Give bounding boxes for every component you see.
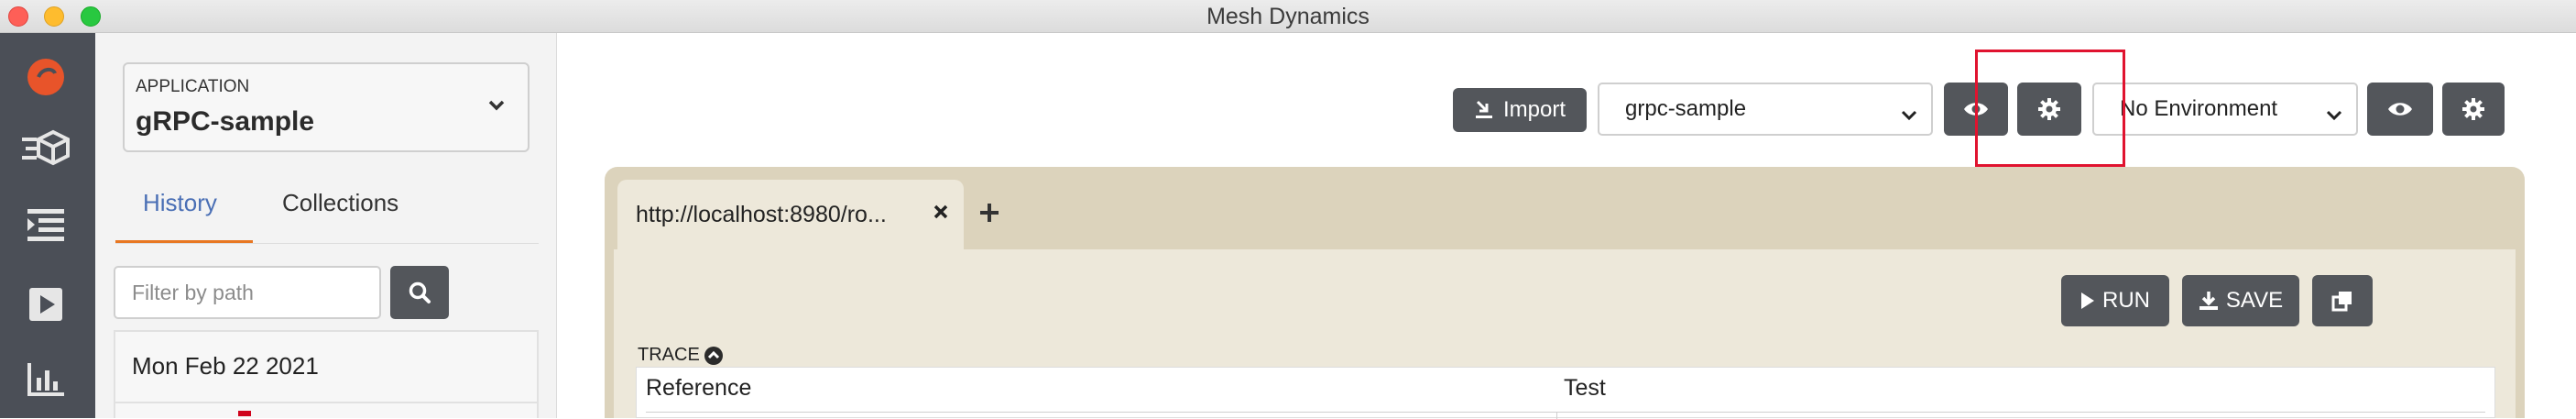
copy-icon (2331, 292, 2352, 312)
request-tab-label: http://localhost:8980/ro... (636, 202, 887, 227)
import-icon (1475, 100, 1492, 118)
play-icon[interactable] (20, 279, 71, 330)
application-selector[interactable]: APPLICATION gRPC-sample (123, 62, 529, 152)
add-tab-icon[interactable] (978, 202, 1000, 228)
chevron-down-icon (2325, 103, 2343, 128)
eye-icon (2388, 103, 2412, 116)
import-label: Import (1502, 97, 1566, 122)
gear-icon (2462, 98, 2484, 120)
sidebar: APPLICATION gRPC-sample History Collecti… (95, 33, 557, 418)
view-environment-button[interactable] (2367, 83, 2433, 136)
history-date: Mon Feb 22 2021 (132, 352, 319, 380)
history-date-group: Mon Feb 22 2021 (114, 330, 539, 418)
search-icon (409, 281, 431, 303)
import-button[interactable]: Import (1453, 88, 1587, 132)
tab-collections[interactable]: Collections (282, 189, 398, 217)
download-icon (2199, 292, 2218, 310)
request-tab[interactable]: http://localhost:8980/ro... (617, 180, 964, 255)
application-caption: APPLICATION (136, 77, 250, 96)
window-title: Mesh Dynamics (1206, 4, 1370, 29)
application-name: gRPC-sample (136, 106, 315, 137)
tabs-divider (115, 243, 539, 244)
tab-history[interactable]: History (143, 189, 217, 217)
save-button[interactable]: SAVE (2182, 275, 2299, 326)
run-label: RUN (2102, 288, 2150, 313)
environment-select-value: No Environment (2120, 96, 2278, 121)
request-workspace: http://localhost:8980/ro... RUN SAVE TRA (605, 167, 2525, 419)
table-header-divider (646, 412, 2485, 413)
column-header-test: Test (1564, 375, 1606, 401)
filter-path-input[interactable] (114, 266, 381, 319)
column-header-reference: Reference (646, 375, 752, 401)
environment-settings-button[interactable] (2442, 83, 2505, 136)
chevron-down-icon (1900, 103, 1918, 128)
close-icon[interactable] (933, 204, 949, 225)
play-icon (2081, 292, 2094, 309)
logo-icon[interactable] (20, 51, 71, 103)
window-titlebar: Mesh Dynamics (0, 0, 2576, 33)
icon-nav-bar (0, 33, 95, 418)
chevron-up-circle-icon (704, 346, 723, 365)
indent-list-icon[interactable] (20, 200, 71, 251)
environment-select[interactable]: No Environment (2092, 83, 2358, 136)
bar-chart-icon[interactable] (20, 354, 71, 405)
request-panel: RUN SAVE TRACE Reference Test (614, 249, 2516, 419)
save-label: SAVE (2225, 288, 2284, 313)
highlight-annotation-box (1975, 50, 2125, 167)
service-select[interactable]: grpc-sample (1598, 83, 1933, 136)
trace-table: Reference Test (636, 367, 2495, 419)
cube-list-icon[interactable] (20, 123, 71, 174)
history-item-marker (238, 411, 251, 416)
search-button[interactable] (390, 266, 449, 319)
trace-label: TRACE (638, 345, 700, 365)
duplicate-button[interactable] (2312, 275, 2373, 326)
run-button[interactable]: RUN (2061, 275, 2169, 326)
trace-toggle[interactable]: TRACE (638, 345, 724, 366)
service-select-value: grpc-sample (1625, 96, 1747, 121)
history-divider (115, 402, 537, 403)
chevron-down-icon (487, 99, 506, 116)
